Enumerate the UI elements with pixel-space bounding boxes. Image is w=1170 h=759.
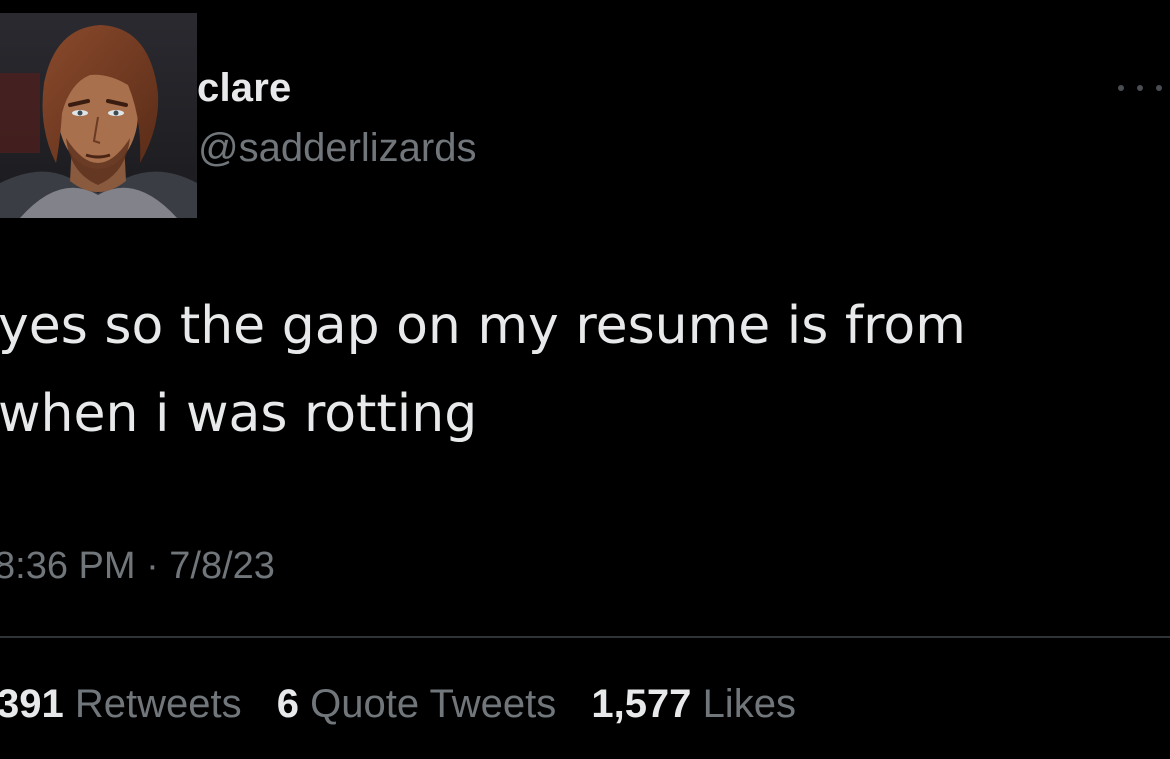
more-horizontal-icon[interactable] [1118, 78, 1162, 98]
tweet-text-line: yes so the gap on my resume is from [0, 296, 966, 356]
retweets-stat[interactable]: 391 Retweets [0, 682, 242, 726]
quote-tweets-label: Quote Tweets [310, 682, 557, 726]
quote-tweets-count: 6 [276, 682, 299, 726]
divider [0, 636, 1170, 638]
quote-tweets-stat[interactable]: 6 Quote Tweets [277, 682, 556, 726]
tweet-stats: 391 Retweets 6 Quote Tweets 1,577 Likes [0, 682, 820, 727]
more-dot [1156, 85, 1162, 91]
tweet-text-line: when i was rotting [0, 384, 478, 444]
avatar-image [0, 13, 197, 218]
likes-stat[interactable]: 1,577 Likes [591, 682, 796, 726]
more-dot [1118, 85, 1124, 91]
likes-label: Likes [702, 682, 796, 726]
author-display-name[interactable]: clare [197, 66, 291, 111]
likes-count: 1,577 [591, 682, 692, 726]
author-handle[interactable]: @sadderlizards [198, 126, 477, 171]
retweets-count: 391 [0, 682, 64, 726]
more-dot [1137, 85, 1143, 91]
tweet-text: yes so the gap on my resume is from when… [0, 282, 1158, 458]
tweet-timestamp[interactable]: 8:36 PM · 7/8/23 [0, 545, 275, 588]
avatar[interactable] [0, 13, 197, 218]
retweets-label: Retweets [74, 682, 242, 726]
